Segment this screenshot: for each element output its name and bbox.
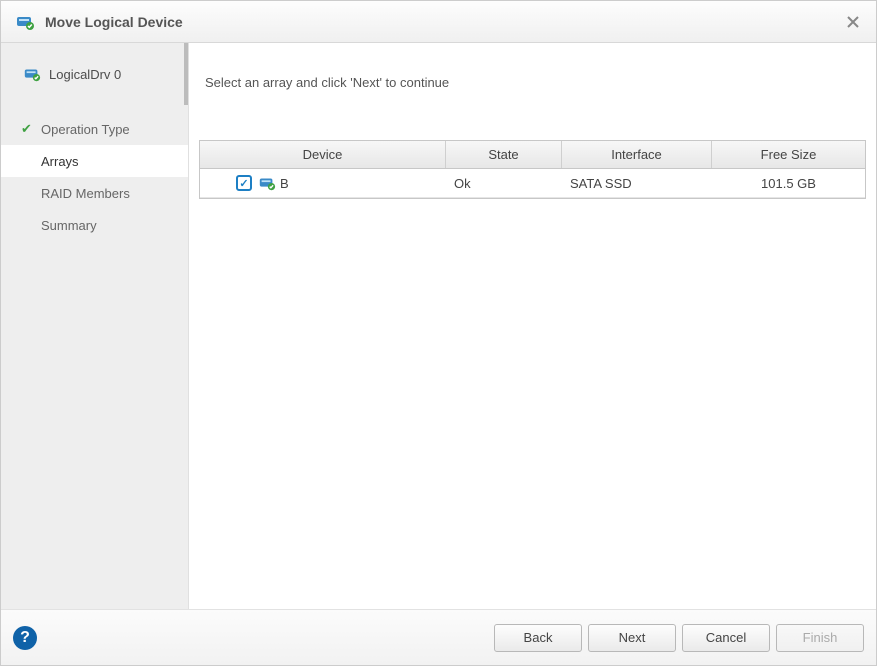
sidebar: LogicalDrv 0 ✔ Operation Type ✔ Arrays ✔… xyxy=(1,43,189,609)
col-header-free-size[interactable]: Free Size xyxy=(712,141,865,168)
step-label: Arrays xyxy=(41,154,79,169)
cancel-button[interactable]: Cancel xyxy=(682,624,770,652)
step-label: Operation Type xyxy=(41,122,130,137)
dialog-title: Move Logical Device xyxy=(45,14,844,30)
sidebar-device-label: LogicalDrv 0 xyxy=(49,67,121,82)
table-row[interactable]: ✓ B Ok SATA SSD 101.5 G xyxy=(200,169,865,198)
footer: ? Back Next Cancel Finish xyxy=(1,609,876,665)
cell-device-name: B xyxy=(280,176,289,191)
arrays-table: Device State Interface Free Size ✓ xyxy=(199,140,866,199)
close-button[interactable] xyxy=(844,13,862,31)
content-pane: Select an array and click 'Next' to cont… xyxy=(189,43,876,609)
cell-interface: SATA SSD xyxy=(562,169,712,197)
step-arrays[interactable]: ✔ Arrays xyxy=(1,145,188,177)
finish-button: Finish xyxy=(776,624,864,652)
help-button[interactable]: ? xyxy=(13,626,37,650)
col-header-state[interactable]: State xyxy=(446,141,562,168)
array-icon xyxy=(258,174,276,192)
next-button[interactable]: Next xyxy=(588,624,676,652)
check-icon: ✔ xyxy=(21,121,35,137)
cell-state: Ok xyxy=(446,169,562,197)
step-label: Summary xyxy=(41,218,97,233)
col-header-device[interactable]: Device xyxy=(200,141,446,168)
step-raid-members[interactable]: ✔ RAID Members xyxy=(1,177,188,209)
wizard-steps: ✔ Operation Type ✔ Arrays ✔ RAID Members… xyxy=(1,113,188,241)
titlebar: Move Logical Device xyxy=(1,1,876,43)
sidebar-device-header: LogicalDrv 0 xyxy=(1,43,188,105)
step-summary[interactable]: ✔ Summary xyxy=(1,209,188,241)
table-header: Device State Interface Free Size xyxy=(200,141,865,169)
cell-free-size: 101.5 GB xyxy=(712,169,865,197)
col-header-interface[interactable]: Interface xyxy=(562,141,712,168)
step-label: RAID Members xyxy=(41,186,130,201)
back-button[interactable]: Back xyxy=(494,624,582,652)
main-area: LogicalDrv 0 ✔ Operation Type ✔ Arrays ✔… xyxy=(1,43,876,609)
step-operation-type[interactable]: ✔ Operation Type xyxy=(1,113,188,145)
move-logical-device-dialog: Move Logical Device LogicalDrv 0 xyxy=(0,0,877,666)
cell-device: ✓ B xyxy=(200,169,446,197)
logical-drive-icon xyxy=(23,65,41,83)
instruction-text: Select an array and click 'Next' to cont… xyxy=(205,75,866,90)
row-checkbox[interactable]: ✓ xyxy=(236,175,252,191)
logical-device-icon xyxy=(15,12,35,32)
